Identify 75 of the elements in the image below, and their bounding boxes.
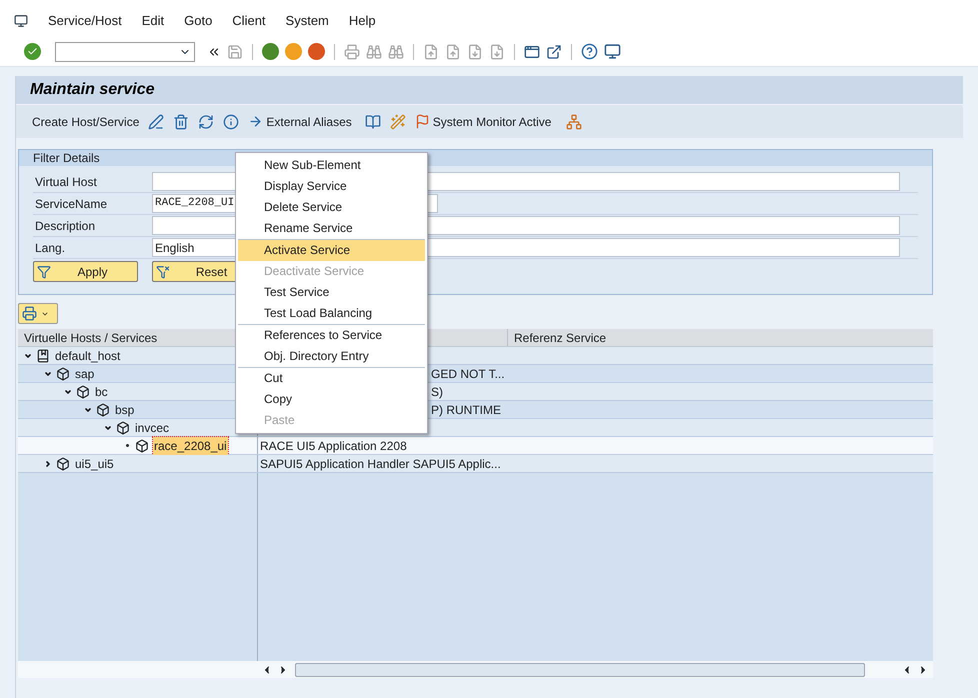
tree-node-label[interactable]: race_2208_ui xyxy=(153,436,228,454)
filter-button[interactable]: Apply xyxy=(33,261,138,282)
confirm-icon[interactable] xyxy=(24,43,41,60)
tree-node-label[interactable]: invcec xyxy=(134,418,170,436)
description-cell-text: GED NOT T... xyxy=(431,366,505,382)
next-page-icon[interactable] xyxy=(467,44,483,60)
print-icon xyxy=(22,306,37,321)
menu-item[interactable]: Client xyxy=(232,11,266,31)
context-menu-item[interactable]: Display Service xyxy=(238,176,425,197)
field-label: Description xyxy=(34,218,96,234)
menu-item[interactable]: System xyxy=(286,11,329,31)
field-label: Lang. xyxy=(34,240,66,256)
toolbar-button[interactable]: Create Host/Service xyxy=(32,112,140,130)
description-cell-text: P) RUNTIME xyxy=(431,402,501,418)
print-menu-button[interactable] xyxy=(18,303,58,324)
cube-icon xyxy=(76,384,90,398)
book-icon xyxy=(36,348,50,362)
tree-node-label[interactable]: bsp xyxy=(114,400,136,418)
description-cell-text: RACE UI5 Application 2208 xyxy=(260,438,407,454)
cube-icon xyxy=(96,402,110,416)
trash-icon[interactable] xyxy=(173,114,190,130)
binoculars-icon[interactable] xyxy=(366,44,382,60)
tree-node-label[interactable]: default_host xyxy=(54,346,122,364)
flag-icon xyxy=(414,114,430,129)
menu-icon[interactable] xyxy=(14,14,28,28)
command-field[interactable] xyxy=(55,42,195,62)
context-menu-item[interactable]: Rename Service xyxy=(238,218,425,239)
arrow-icon xyxy=(248,114,264,129)
info-icon[interactable] xyxy=(223,114,240,130)
new-window-icon[interactable] xyxy=(524,44,540,60)
cube-icon xyxy=(56,456,70,470)
menu-item[interactable]: Service/Host xyxy=(48,11,122,31)
cube-icon xyxy=(56,366,70,380)
hierarchy-icon[interactable] xyxy=(566,114,582,130)
context-menu-item[interactable]: Activate Service xyxy=(238,240,425,261)
previous-page-icon[interactable] xyxy=(445,44,461,60)
back-icon[interactable] xyxy=(262,43,279,60)
cancel-icon[interactable] xyxy=(308,43,325,60)
print-icon[interactable] xyxy=(344,44,360,60)
field-label: Virtual Host xyxy=(34,174,98,190)
shortcut-icon[interactable] xyxy=(546,44,562,60)
context-menu-item[interactable]: Test Service xyxy=(238,282,425,303)
context-menu-item[interactable]: Obj. Directory Entry xyxy=(238,346,425,367)
wand-icon[interactable] xyxy=(390,114,406,130)
filter-reset-icon xyxy=(156,264,170,278)
refresh-icon[interactable] xyxy=(198,114,214,130)
filter-icon xyxy=(37,264,51,278)
menu-item[interactable]: Edit xyxy=(142,11,164,31)
help-icon[interactable] xyxy=(581,43,598,60)
save-icon[interactable] xyxy=(227,44,243,60)
context-menu-item[interactable]: Test Load Balancing xyxy=(238,303,425,324)
binoculars-icon[interactable] xyxy=(388,44,404,60)
book-icon[interactable] xyxy=(364,114,381,130)
tree-node-label[interactable]: bc xyxy=(94,382,109,400)
column-header[interactable]: Referenz Service xyxy=(508,329,933,346)
title-bar: Maintain service xyxy=(16,76,963,104)
last-page-icon[interactable] xyxy=(489,44,505,60)
toolbar-button[interactable]: External Aliases xyxy=(248,112,352,130)
context-menu-item[interactable]: Cut xyxy=(238,368,425,389)
toolbar-button[interactable]: System Monitor Active xyxy=(414,112,552,130)
cube-icon xyxy=(135,438,149,452)
menu-item[interactable]: Help xyxy=(348,11,376,31)
tree-node-label[interactable]: sap xyxy=(74,364,96,382)
menu-item[interactable]: Goto xyxy=(184,11,212,31)
context-menu-item[interactable]: Copy xyxy=(238,389,425,410)
cube-icon xyxy=(116,420,130,434)
description-cell-text: SAPUI5 Application Handler SAPUI5 Applic... xyxy=(260,456,501,472)
scrollbar-thumb[interactable] xyxy=(295,662,865,676)
first-page-icon[interactable] xyxy=(423,44,439,60)
monitor-icon[interactable] xyxy=(604,43,621,60)
tree-node-label[interactable]: ui5_ui5 xyxy=(74,454,115,472)
context-menu-item[interactable]: Delete Service xyxy=(238,197,425,218)
pencil-icon[interactable] xyxy=(148,114,164,130)
field-label: ServiceName xyxy=(34,196,108,212)
description-cell-text: S) xyxy=(431,384,443,400)
